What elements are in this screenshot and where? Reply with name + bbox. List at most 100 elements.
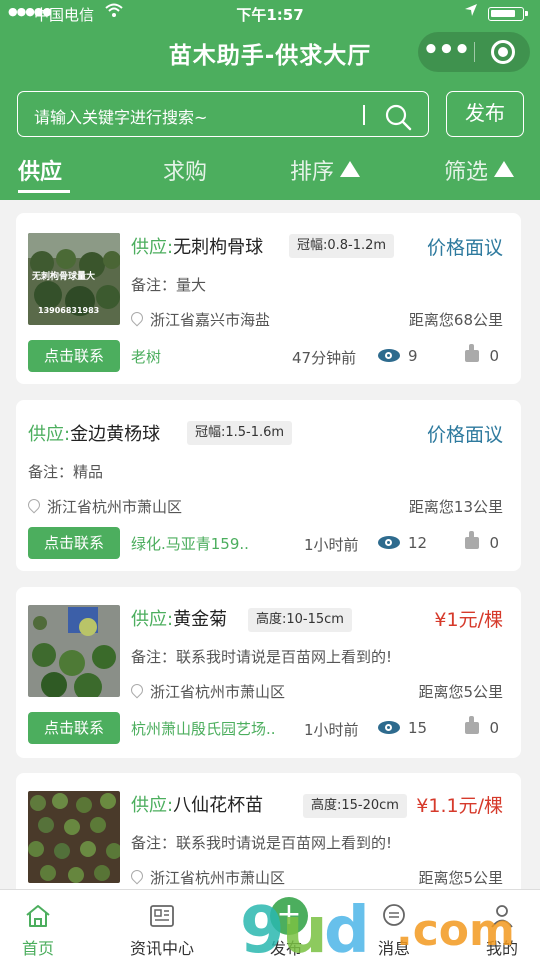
spec-tag: 冠幅:1.5-1.6m xyxy=(187,421,293,445)
like-count[interactable]: 0 xyxy=(465,344,499,365)
view-count-value: 12 xyxy=(408,534,428,552)
status-time: 下午1:57 xyxy=(236,6,304,24)
filter-triangle-icon xyxy=(494,161,515,177)
home-icon xyxy=(24,902,52,930)
seller-name[interactable]: 绿化.马亚青159.. xyxy=(131,533,249,554)
tabbar-messages[interactable]: 消息 xyxy=(340,890,448,960)
location-text: 浙江省杭州市萧山区 xyxy=(150,683,286,701)
tabbar-news[interactable]: 资讯中心 xyxy=(108,890,216,960)
remark: 备注：联系我时请说是百苗网上看到的! xyxy=(131,834,393,852)
like-count[interactable]: 0 xyxy=(465,716,499,737)
listing-type: 供应: xyxy=(131,237,174,258)
tab-supply[interactable]: 供应 xyxy=(18,154,62,186)
post-time: 1小时前 xyxy=(304,536,359,554)
miniprogram-capsule: ••• xyxy=(418,32,530,72)
thumb-up-icon xyxy=(465,531,480,549)
location-pin-icon xyxy=(25,496,43,514)
category-tabs: 供应 求购 排序 筛选 xyxy=(0,146,540,196)
user-icon xyxy=(488,902,516,930)
eye-icon xyxy=(378,721,400,734)
location-arrow-icon xyxy=(464,3,478,21)
search-input[interactable]: 请输入关键字进行搜索~ xyxy=(34,104,207,128)
tab-filter-label: 筛选 xyxy=(444,160,489,185)
sort-triangle-icon xyxy=(340,161,361,177)
location-pin-icon xyxy=(128,681,146,699)
search-box[interactable]: 请输入关键字进行搜索~ xyxy=(17,91,429,137)
listing-name: 无刺枸骨球 xyxy=(173,237,264,258)
location: 浙江省杭州市萧山区 xyxy=(25,496,183,517)
tabbar-home[interactable]: 首页 xyxy=(0,890,92,960)
listing-name: 八仙花杯苗 xyxy=(173,795,264,816)
listing-title: 供应:无刺枸骨球 xyxy=(131,233,263,259)
location-text: 浙江省嘉兴市海盐 xyxy=(150,311,271,329)
like-count-value: 0 xyxy=(489,534,499,552)
location-pin-icon xyxy=(128,309,146,327)
view-count: 9 xyxy=(378,347,418,365)
remark: 备注：精品 xyxy=(28,463,104,481)
distance: 距离您68公里 xyxy=(408,311,503,329)
listing-photo[interactable] xyxy=(28,605,120,697)
seller-name[interactable]: 老树 xyxy=(131,346,161,367)
remark: 备注：联系我时请说是百苗网上看到的! xyxy=(131,648,393,666)
price-label: ¥1.1元/棵 xyxy=(416,795,503,817)
publish-button[interactable]: 发布 xyxy=(446,91,524,137)
search-icon[interactable] xyxy=(384,103,412,131)
location-text: 浙江省杭州市萧山区 xyxy=(47,498,183,516)
view-count-value: 15 xyxy=(408,719,428,737)
bottom-tab-bar: 首页 资讯中心 发布 消息 我的 xyxy=(0,889,540,960)
more-icon[interactable]: ••• xyxy=(418,32,474,72)
like-count-value: 0 xyxy=(489,719,499,737)
listing-name: 金边黄杨球 xyxy=(70,424,161,445)
plus-icon[interactable]: + xyxy=(270,897,308,935)
location: 浙江省嘉兴市海盐 xyxy=(128,309,271,330)
spec-tag: 高度:10-15cm xyxy=(248,608,352,632)
tab-sort[interactable]: 排序 xyxy=(290,154,361,186)
listing-card[interactable]: 供应:黄金菊 高度:10-15cm ¥1元/棵 备注：联系我时请说是百苗网上看到… xyxy=(16,587,521,758)
spec-tag: 冠幅:0.8-1.2m xyxy=(289,234,395,258)
view-count-value: 9 xyxy=(408,347,418,365)
eye-icon xyxy=(378,349,400,362)
contact-button[interactable]: 点击联系 xyxy=(28,527,120,559)
listing-card[interactable]: 供应:金边黄杨球 冠幅:1.5-1.6m 价格面议 备注：精品 浙江省杭州市萧山… xyxy=(16,400,521,571)
tab-demand[interactable]: 求购 xyxy=(163,154,207,186)
like-count-value: 0 xyxy=(489,347,499,365)
listing-title: 供应:八仙花杯苗 xyxy=(131,791,263,817)
listing-photo[interactable] xyxy=(28,791,120,883)
distance: 距离您5公里 xyxy=(418,683,503,701)
location-text: 浙江省杭州市萧山区 xyxy=(150,869,286,887)
price-label: 价格面议 xyxy=(426,424,503,446)
contact-button[interactable]: 点击联系 xyxy=(28,712,120,744)
close-miniprogram-icon[interactable] xyxy=(491,40,515,64)
tab-sort-label: 排序 xyxy=(290,160,335,185)
listing-type: 供应: xyxy=(131,609,174,630)
listing-type: 供应: xyxy=(131,795,174,816)
listing-card[interactable]: 无刺枸骨球量大 13906831983 供应:无刺枸骨球 冠幅:0.8-1.2m… xyxy=(16,213,521,384)
tab-filter[interactable]: 筛选 xyxy=(444,154,515,186)
search-divider xyxy=(363,105,365,125)
listing-title: 供应:黄金菊 xyxy=(131,605,227,631)
status-bar: ●●●●● 中国电信 下午1:57 xyxy=(0,0,540,30)
tabbar-mine[interactable]: 我的 xyxy=(448,890,540,960)
location: 浙江省杭州市萧山区 xyxy=(128,681,286,702)
spec-tag: 高度:15-20cm xyxy=(303,794,407,818)
contact-button[interactable]: 点击联系 xyxy=(28,340,120,372)
photo-caption: 无刺枸骨球量大 xyxy=(31,270,95,282)
tabbar-home-label: 首页 xyxy=(21,939,54,958)
thumb-up-icon xyxy=(465,716,480,734)
tabbar-messages-label: 消息 xyxy=(377,939,410,958)
capsule-divider xyxy=(474,42,475,62)
tabbar-mine-label: 我的 xyxy=(485,939,518,958)
listing-title: 供应:金边黄杨球 xyxy=(28,420,160,446)
post-time: 47分钟前 xyxy=(292,349,357,367)
listing-photo[interactable]: 无刺枸骨球量大 13906831983 xyxy=(28,233,120,325)
seller-name[interactable]: 杭州萧山殷氏园艺场.. xyxy=(131,718,276,739)
listing-card[interactable]: 供应:八仙花杯苗 高度:15-20cm ¥1.1元/棵 备注：联系我时请说是百苗… xyxy=(16,773,521,903)
svg-text:13906831983: 13906831983 xyxy=(38,306,99,315)
location: 浙江省杭州市萧山区 xyxy=(128,867,286,888)
view-count: 12 xyxy=(378,534,427,552)
like-count[interactable]: 0 xyxy=(465,531,499,552)
tabbar-publish-label: 发布 xyxy=(269,939,302,958)
listing-name: 黄金菊 xyxy=(173,609,228,630)
battery-icon xyxy=(488,7,528,21)
distance: 距离您13公里 xyxy=(408,498,503,516)
